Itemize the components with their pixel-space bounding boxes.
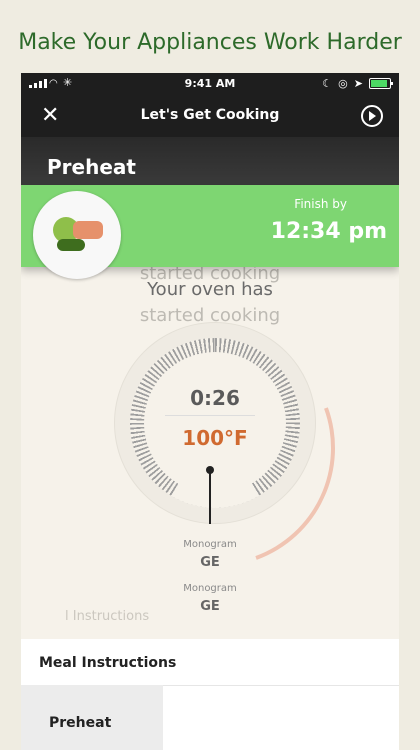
meal-instructions-sheet: Meal Instructions Preheat [21, 639, 399, 750]
appliance-brand-label: Monogram [183, 539, 237, 550]
battery-icon [369, 78, 393, 89]
dial-face [144, 352, 286, 494]
status-bar: ◠ ✳ 9:41 AM ☾ ◎ ➤ [21, 73, 399, 95]
dial-divider [165, 415, 255, 416]
nav-title: Let's Get Cooking [140, 107, 280, 123]
oven-dial [115, 323, 315, 523]
step-header: Preheat [21, 137, 399, 185]
faded-instructions-label: l Instructions [65, 609, 150, 624]
finish-banner: Finish by 12:34 pm [21, 185, 399, 279]
play-icon[interactable] [361, 105, 383, 127]
appliance-brand-name[interactable]: GE [21, 555, 399, 570]
dial-timer: 0:26 [190, 386, 240, 410]
alarm-icon: ◎ [338, 77, 348, 90]
phone-screen: ◠ ✳ 9:41 AM ☾ ◎ ➤ ✕ Let's Get Cooking Pr… [21, 73, 399, 750]
status-message: Your oven has [147, 279, 273, 300]
status-right-icons: ☾ ◎ ➤ [322, 77, 393, 90]
instruction-step-label[interactable]: Preheat [49, 715, 111, 731]
meal-photo-okra [57, 239, 85, 251]
headline: Make Your Appliances Work Harder [18, 30, 402, 55]
finish-time: 12:34 pm [270, 219, 387, 244]
meal-photo-fish [73, 221, 103, 239]
meal-photo [33, 191, 121, 279]
moon-icon: ☾ [322, 77, 333, 90]
step-title: Preheat [47, 155, 136, 179]
meal-instructions-title: Meal Instructions [39, 655, 177, 671]
appliance-brand-label: Monogram [183, 583, 237, 594]
dial-temperature: 100°F [182, 426, 248, 450]
finish-by-label: Finish by [294, 197, 347, 211]
dial-needle [209, 472, 211, 524]
nav-bar: ✕ Let's Get Cooking [21, 95, 399, 137]
location-icon: ➤ [353, 77, 363, 90]
